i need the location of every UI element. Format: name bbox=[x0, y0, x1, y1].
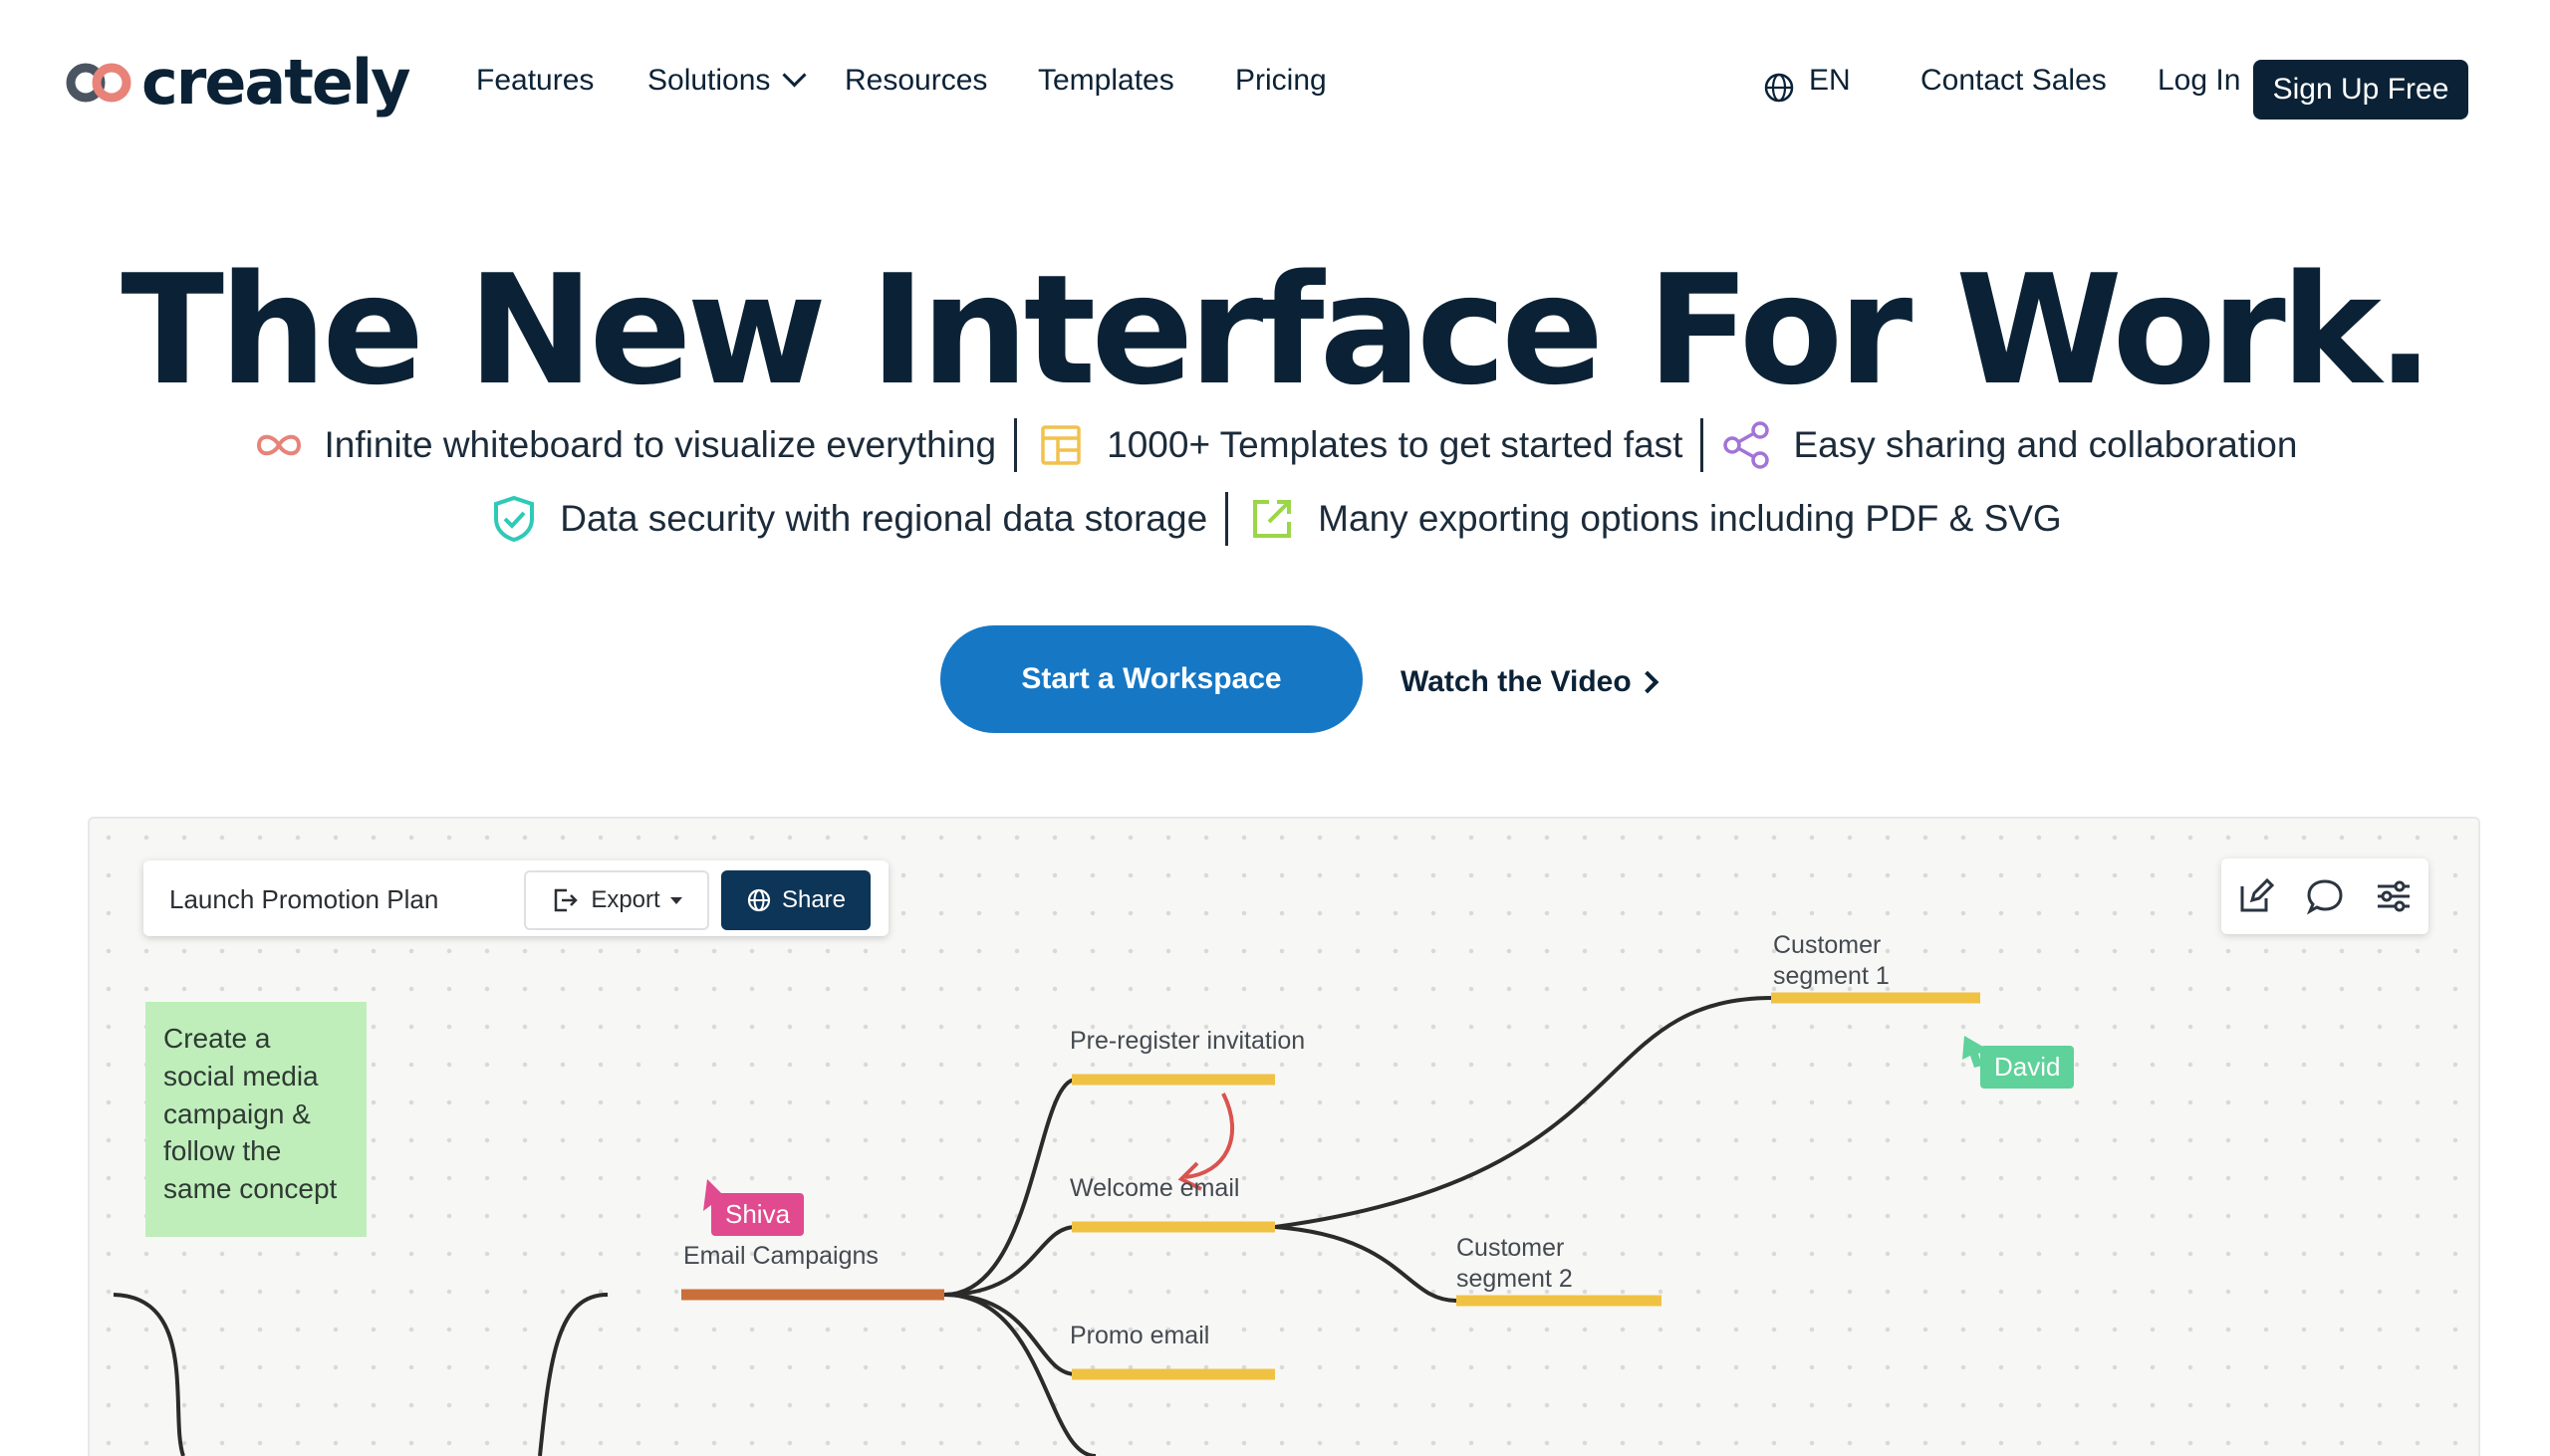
shield-check-icon bbox=[488, 493, 540, 545]
divider bbox=[1014, 418, 1018, 472]
feature-text: Many exporting options including PDF & S… bbox=[1318, 498, 2062, 539]
node-customer-segment-2[interactable]: Customer segment 2 bbox=[1456, 1233, 1573, 1296]
share-label: Share bbox=[781, 886, 847, 913]
log-in-link[interactable]: Log In bbox=[2158, 66, 2240, 96]
feature-item: 1000+ Templates to get started fast bbox=[1035, 419, 1682, 471]
watch-video-link[interactable]: Watch the Video bbox=[1401, 665, 1659, 699]
feature-row-1: Infinite whiteboard to visualize everyth… bbox=[0, 418, 2550, 472]
chevron-down-icon bbox=[782, 63, 807, 88]
feature-row-2: Data security with regional data storage… bbox=[0, 492, 2550, 546]
feature-text: Easy sharing and collaboration bbox=[1793, 424, 2298, 465]
nav-features[interactable]: Features bbox=[476, 66, 594, 96]
edit-icon[interactable] bbox=[2236, 876, 2276, 916]
nav-resources[interactable]: Resources bbox=[845, 66, 987, 96]
nav-solutions[interactable]: Solutions bbox=[647, 63, 807, 97]
contact-sales-link[interactable]: Contact Sales bbox=[1920, 66, 2107, 96]
document-toolbar: Launch Promotion Plan Export Share bbox=[143, 860, 889, 936]
export-icon bbox=[1246, 493, 1298, 545]
node-email-campaigns[interactable]: Email Campaigns bbox=[683, 1241, 879, 1272]
whiteboard-preview: Launch Promotion Plan Export Share Creat… bbox=[88, 817, 2480, 1456]
creately-logo-icon bbox=[66, 63, 131, 103]
top-navigation: creately Features Solutions Resources Te… bbox=[0, 0, 2550, 179]
hero-title: The New Interface For Work. bbox=[121, 242, 2433, 418]
feature-item: Easy sharing and collaboration bbox=[1721, 419, 2297, 471]
infinity-icon bbox=[253, 419, 305, 471]
caret-down-icon bbox=[669, 896, 682, 904]
share-button[interactable]: Share bbox=[721, 870, 871, 930]
feature-item: Data security with regional data storage bbox=[488, 493, 1207, 545]
globe-icon bbox=[747, 888, 771, 912]
sticky-note[interactable]: Create a social media campaign & follow … bbox=[145, 1002, 367, 1237]
divider bbox=[1700, 418, 1704, 472]
nav-solutions-label: Solutions bbox=[647, 64, 771, 97]
node-label-line: Customer bbox=[1773, 931, 1882, 959]
export-label: Export bbox=[591, 886, 660, 913]
collaborator-cursor-david: David bbox=[1980, 1046, 2075, 1089]
start-workspace-button[interactable]: Start a Workspace bbox=[940, 625, 1363, 733]
node-label-line: Customer bbox=[1456, 1234, 1565, 1262]
canvas-tools bbox=[2221, 858, 2428, 934]
node-customer-segment-1[interactable]: Customer segment 1 bbox=[1773, 930, 1890, 993]
brand-name: creately bbox=[141, 46, 411, 119]
feature-text: Data security with regional data storage bbox=[560, 498, 1208, 539]
feature-text: 1000+ Templates to get started fast bbox=[1107, 424, 1683, 465]
templates-icon bbox=[1035, 419, 1087, 471]
collaborator-cursor-shiva: Shiva bbox=[711, 1193, 805, 1236]
export-file-icon bbox=[555, 888, 579, 912]
globe-icon[interactable] bbox=[1763, 72, 1795, 104]
feature-text: Infinite whiteboard to visualize everyth… bbox=[324, 424, 997, 465]
watch-video-label: Watch the Video bbox=[1401, 665, 1632, 698]
nav-pricing[interactable]: Pricing bbox=[1235, 66, 1327, 96]
sign-up-button[interactable]: Sign Up Free bbox=[2253, 60, 2468, 120]
export-button[interactable]: Export bbox=[524, 870, 709, 930]
document-title[interactable]: Launch Promotion Plan bbox=[169, 884, 438, 915]
node-label-line: segment 1 bbox=[1773, 962, 1890, 991]
feature-item: Many exporting options including PDF & S… bbox=[1246, 493, 2062, 545]
creately-logo[interactable]: creately bbox=[64, 46, 411, 119]
nav-templates[interactable]: Templates bbox=[1038, 66, 1174, 96]
language-selector[interactable]: EN bbox=[1809, 66, 1851, 96]
divider bbox=[1225, 492, 1229, 546]
chevron-right-icon bbox=[1636, 670, 1659, 694]
node-promo-email[interactable]: Promo email bbox=[1070, 1321, 1209, 1351]
comment-icon[interactable] bbox=[2305, 876, 2345, 916]
feature-item: Infinite whiteboard to visualize everyth… bbox=[253, 419, 997, 471]
node-pre-register-invitation[interactable]: Pre-register invitation bbox=[1070, 1026, 1305, 1057]
share-nodes-icon bbox=[1721, 419, 1773, 471]
settings-sliders-icon[interactable] bbox=[2374, 876, 2414, 916]
node-welcome-email[interactable]: Welcome email bbox=[1070, 1173, 1239, 1204]
node-label-line: segment 2 bbox=[1456, 1265, 1573, 1294]
